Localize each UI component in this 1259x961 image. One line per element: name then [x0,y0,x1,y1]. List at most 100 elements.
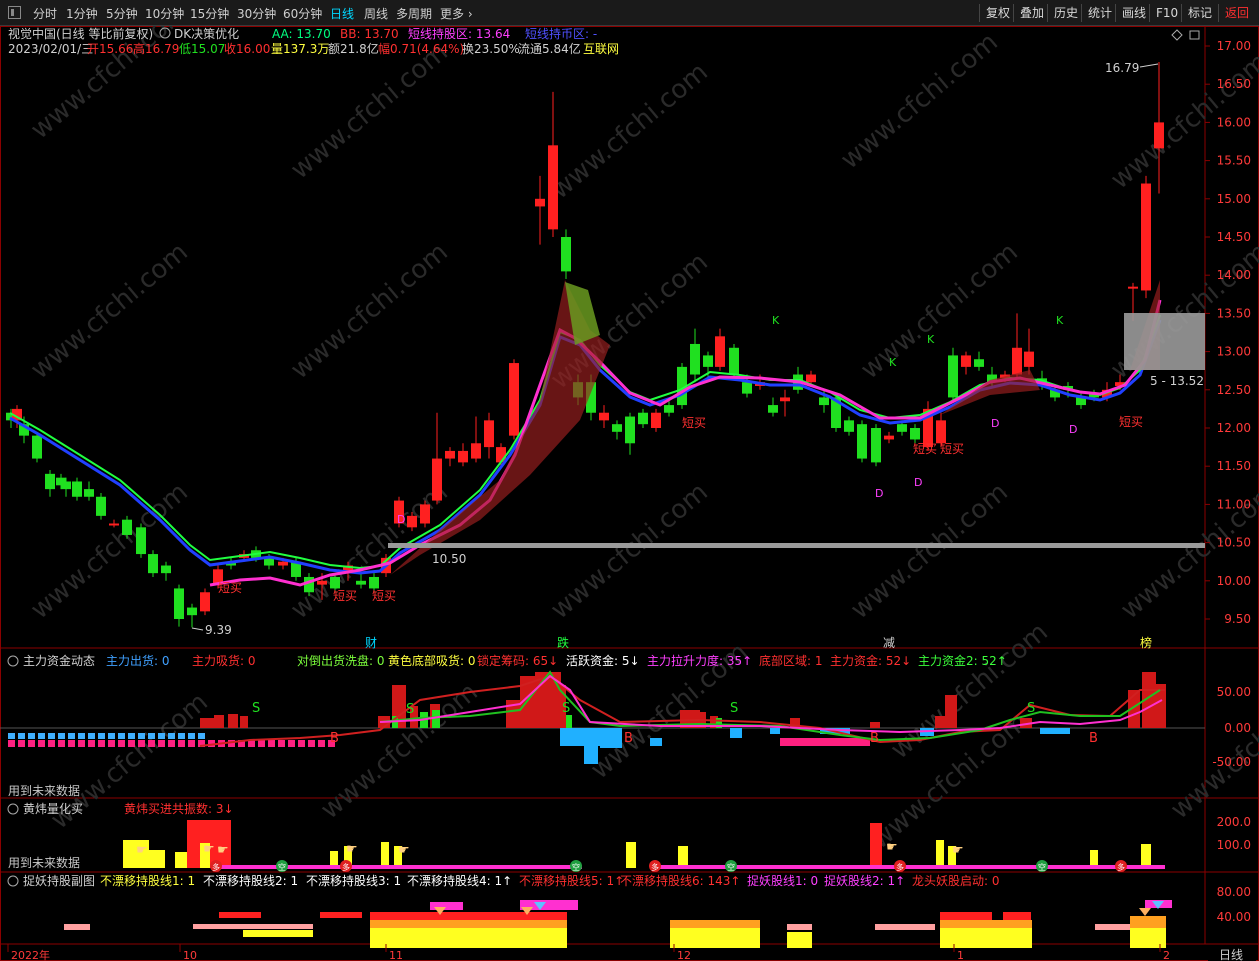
panel1-bar [308,740,315,747]
toolbar-button-4[interactable]: 画线 [1115,4,1152,22]
value-aa: AA: 13.70 [272,27,331,41]
candle-body [806,374,816,383]
window-menu-icon[interactable] [8,6,21,19]
candle-body [625,416,635,444]
candle-body [174,588,184,619]
panel1-bar [98,740,105,747]
panel1-bar [38,740,45,747]
period-tab-3[interactable]: 10分钟 [145,5,184,22]
panel2-axis-0: 200.0 [1217,815,1251,829]
panel1-bar [108,733,115,739]
period-tab-5[interactable]: 30分钟 [237,5,276,22]
quote-low: 低15.07 [179,42,225,56]
time-axis-label-3: 12 [677,949,691,961]
hand-icon-5: ☛ [886,840,898,855]
panel1-bar [148,733,155,739]
period-tab-4[interactable]: 15分钟 [190,5,229,22]
time-axis-label-5: 2 [1163,949,1170,961]
time-axis-label-2: 11 [389,949,403,961]
panel1-bar [945,695,957,728]
period-tab-1[interactable]: 1分钟 [66,5,98,22]
kong-label-3: 空 [1038,862,1046,872]
panel2-axis-1: 100.0 [1217,838,1251,852]
toolbar-button-5[interactable]: F10 [1149,4,1184,22]
mark-d-0: D [397,513,405,526]
watermark-20: www.cfchi.com [885,617,1054,765]
watermark-12: www.cfchi.com [545,477,714,625]
panel1-bar [18,740,25,747]
toolbar-button-7[interactable]: 返回 [1218,4,1255,22]
candle-body [330,576,340,589]
candle-body [72,481,82,497]
candle-body [161,565,171,574]
hand-icon-4: ☛ [398,843,410,858]
panel1-bar [8,733,15,739]
watermark-5: www.cfchi.com [25,237,194,385]
panel2-bar [678,846,688,868]
event-marker-2: 减 [883,636,895,650]
watermark-6: www.cfchi.com [285,237,454,385]
support-label: 10.50 [432,552,466,566]
panel1-bar [28,733,35,739]
value-bb: BB: 13.70 [340,27,399,41]
panel2-title: 黄炜量化买 [23,802,83,816]
candle-body [961,355,971,367]
watermark-8: www.cfchi.com [855,237,1024,385]
panel1-bar [258,740,265,747]
toolbar-button-3[interactable]: 统计 [1081,4,1118,22]
candle-body [974,359,984,367]
candle-body [715,336,725,367]
price-axis-label-0: 17.00 [1217,39,1251,53]
candle-body [136,527,146,555]
panel1-bar [268,740,275,747]
high-mark: 16.79 [1105,61,1139,75]
candle-body [445,450,455,459]
panel1-mark-b-1: B [624,731,633,746]
panel1-bar [78,740,85,747]
panel1-bar [8,740,15,747]
short-buy-1: 短买 [333,589,357,603]
kong-label-0: 空 [278,862,286,872]
price-axis-label-10: 12.00 [1217,421,1251,435]
panel1-item-2: 对倒出货洗盘: 0 [297,653,385,668]
period-tab-8[interactable]: 周线 [364,5,388,22]
toolbar-button-2[interactable]: 历史 [1047,4,1084,22]
panel1-bar [298,740,305,747]
kong-label-1: 空 [572,862,580,872]
short-buy-6: 短买 [1119,415,1143,429]
panel3-block [787,932,812,948]
price-axis-label-3: 15.50 [1217,154,1251,168]
period-tab-10[interactable]: 更多 › [440,5,473,22]
short-buy-0: 短买 [218,581,242,595]
period-tab-2[interactable]: 5分钟 [106,5,138,22]
toolbar-button-0[interactable]: 复权 [979,4,1016,22]
kline-chart[interactable]: www.cfchi.com www.cfchi.com www.cfchi.com w… [0,26,1259,961]
quote-open: 开15.66 [87,42,133,56]
duo-label-1: 多 [342,862,350,872]
panel1-bar [288,740,295,747]
toolbar-button-1[interactable]: 叠加 [1013,4,1050,22]
price-axis-label-15: 9.50 [1224,612,1251,626]
mark-d-1: D [875,487,883,500]
candle-body [420,504,430,524]
price-axis-label-2: 16.00 [1217,115,1251,129]
panel1-bar [138,733,145,739]
panel2-bar [870,823,882,868]
panel3-axis-0: 80.00 [1217,885,1251,899]
panel1-bar [158,733,165,739]
mark-k-1: K [889,356,897,369]
candle-body [356,580,366,585]
period-tab-9[interactable]: 多周期 [396,5,432,22]
panel1-mark-s-4: S [1027,701,1035,716]
panel1-toggle-icon [7,655,19,667]
period-tab-6[interactable]: 60分钟 [283,5,322,22]
mark-d-4: D [1069,423,1077,436]
panel1-bar [566,715,572,728]
toolbar-button-6[interactable]: 标记 [1181,4,1218,22]
price-axis-label-9: 12.50 [1217,383,1251,397]
panel1-bar [228,714,238,728]
candle-body [200,592,210,612]
period-tab-7[interactable]: 日线 [330,5,354,22]
period-tab-0[interactable]: 分时 [33,5,57,22]
candle-body [819,397,829,406]
